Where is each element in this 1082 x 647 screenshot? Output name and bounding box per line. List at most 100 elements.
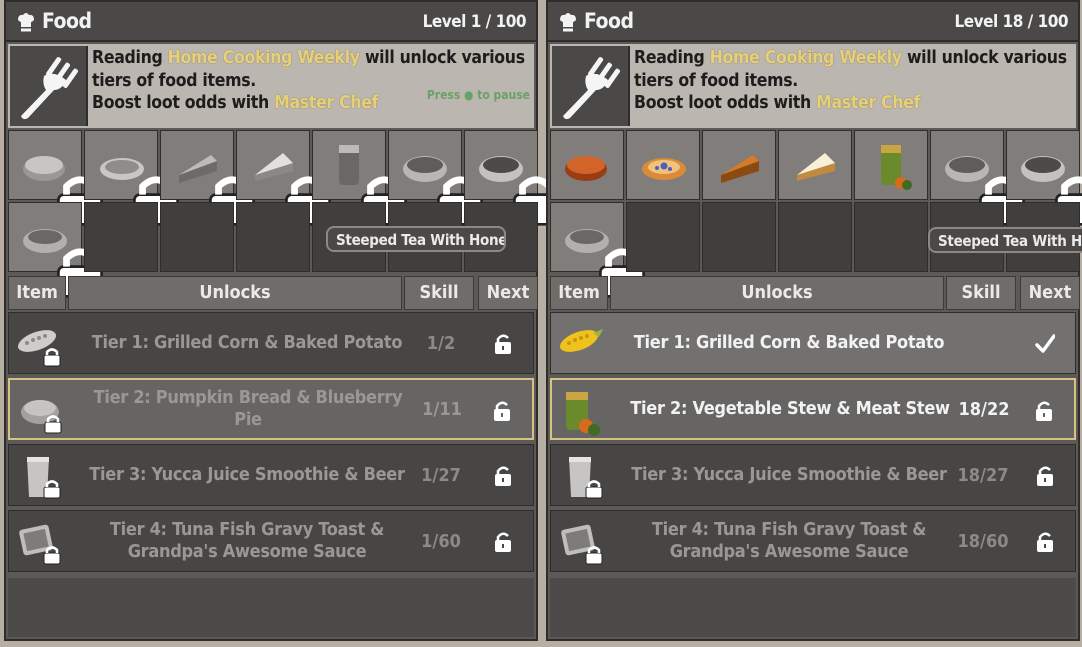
corn-icon xyxy=(559,329,603,352)
chef-hat-icon xyxy=(560,13,576,32)
panel-title: Food xyxy=(584,9,634,33)
recipe-slot-pie[interactable] xyxy=(626,130,700,200)
table-header: Item Unlocks Skill Next xyxy=(550,276,1080,310)
header-unlocks: Unlocks xyxy=(610,276,944,310)
recipe-slot-stew-pot[interactable] xyxy=(930,130,1025,226)
tier-label: Tier 1: Grilled Corn & Baked Potato xyxy=(633,332,945,353)
header-unlocks: Unlocks xyxy=(68,276,402,310)
recipe-slot-jar[interactable] xyxy=(312,130,407,226)
chef-hat-icon xyxy=(18,13,34,32)
recipe-slot-pie-slice[interactable] xyxy=(160,130,255,226)
tier-label: Tier 2: Vegetable Stew & Meat Stew xyxy=(630,398,950,419)
recipe-grid: Steeped Tea With Honey xyxy=(550,130,1082,298)
book-name-link[interactable]: Home Cooking Weekly xyxy=(168,48,360,68)
tier-label: Tier 3: Yucca Juice Smoothie & Beer xyxy=(89,464,405,485)
recipe-slot-empty xyxy=(84,202,158,272)
recipe-slot-empty xyxy=(702,202,776,272)
tier-row[interactable]: Tier 1: Grilled Corn & Baked Potato 1/2 xyxy=(8,312,534,374)
recipe-slot-pie-slice[interactable] xyxy=(702,130,776,200)
tier-skill: 1/60 xyxy=(421,530,461,552)
lock-icon xyxy=(43,480,61,499)
recipe-slot-empty xyxy=(236,202,310,272)
pumpkin-bread-icon xyxy=(565,156,607,181)
list-empty-area xyxy=(550,578,1076,637)
tier-skill: 18/22 xyxy=(958,398,1010,420)
recipe-slot-fish-dish[interactable] xyxy=(8,202,103,298)
header-skill: Skill xyxy=(404,276,474,310)
info-text: Reading Home Cooking Weekly will unlock … xyxy=(634,48,1067,113)
unlock-icon xyxy=(1037,532,1053,552)
book-name-link[interactable]: Home Cooking Weekly xyxy=(710,48,902,68)
header-next: Next xyxy=(1020,276,1080,310)
food-skill-panel-level-18: Food Level 18 / 100 Reading Home Cooking… xyxy=(546,0,1082,641)
header-next: Next xyxy=(478,276,538,310)
recipe-grid: Steeped Tea With Honey xyxy=(8,130,559,298)
recipe-slot-pie[interactable] xyxy=(84,130,179,226)
tier-skill: 18/27 xyxy=(957,464,1009,486)
tier-skill: 1/2 xyxy=(426,332,456,354)
unlock-icon xyxy=(1036,401,1052,421)
unlock-icon xyxy=(495,466,511,486)
tier-row-selected[interactable]: Tier 2: Vegetable Stew & Meat Stew 18/22 xyxy=(550,378,1076,440)
level-indicator: Level 1 / 100 xyxy=(422,12,527,32)
tier-skill: 18/60 xyxy=(957,530,1009,552)
recipe-slot-empty xyxy=(160,202,234,272)
lock-icon xyxy=(43,348,61,367)
unlock-icon xyxy=(495,334,511,354)
title-bar: Food Level 18 / 100 xyxy=(548,2,1078,42)
recipe-slot-fish-dish[interactable] xyxy=(550,202,645,298)
recipe-slot-jar[interactable] xyxy=(854,130,928,200)
info-box: Reading Home Cooking Weekly will unlock … xyxy=(8,44,534,128)
recipe-slot-cream-pie[interactable] xyxy=(236,130,331,226)
tier-label: Tier 2: Pumpkin Bread & Blueberry Pie xyxy=(93,387,403,430)
tier-row-selected[interactable]: Tier 2: Pumpkin Bread & Blueberry Pie 1/… xyxy=(8,378,534,440)
tier-skill: 1/27 xyxy=(421,464,461,486)
recipe-slot-bread[interactable] xyxy=(8,130,103,226)
checkmark-icon xyxy=(1035,334,1055,353)
recipe-slot-stew-pot[interactable] xyxy=(388,130,483,226)
recipe-slot-meat-stew[interactable] xyxy=(464,130,559,226)
panel-title: Food xyxy=(42,9,92,33)
lock-icon xyxy=(44,415,62,434)
vegetable-stew-jar-icon xyxy=(566,392,600,436)
tier-row-unlocked[interactable]: Tier 1: Grilled Corn & Baked Potato xyxy=(550,312,1076,374)
table-header: Item Unlocks Skill Next xyxy=(8,276,538,310)
food-skill-panel-level-1: Food Level 1 / 100 Reading Home Cooking … xyxy=(4,0,559,641)
tier-row[interactable]: Tier 3: Yucca Juice Smoothie & Beer 18/2… xyxy=(550,444,1076,506)
info-text: Reading Home Cooking Weekly will unlock … xyxy=(92,48,525,113)
tier-row[interactable]: Tier 4: Tuna Fish Gravy Toast & Grandpa'… xyxy=(8,510,534,572)
level-indicator: Level 18 / 100 xyxy=(954,12,1069,32)
pumpkin-pie-slice-icon xyxy=(721,155,759,183)
fork-icon xyxy=(10,46,88,126)
item-tooltip: Steeped Tea With Honey xyxy=(928,227,1082,253)
unlock-icon xyxy=(495,532,511,552)
recipe-slot-cream-pie[interactable] xyxy=(778,130,852,200)
header-item: Item xyxy=(8,276,66,310)
unlock-icon xyxy=(1037,466,1053,486)
recipe-slot-meat-stew[interactable] xyxy=(1006,130,1082,226)
lock-icon xyxy=(43,546,61,565)
item-tooltip: Steeped Tea With Honey xyxy=(326,226,506,252)
perk-name-link[interactable]: Master Chef xyxy=(816,93,920,113)
unlock-icon xyxy=(494,401,510,421)
recipe-slot-empty xyxy=(626,202,700,272)
recipe-slot-empty xyxy=(854,202,928,272)
cream-pie-slice-icon xyxy=(797,153,835,181)
info-box: Reading Home Cooking Weekly will unlock … xyxy=(550,44,1076,128)
tier-row[interactable]: Tier 3: Yucca Juice Smoothie & Beer 1/27 xyxy=(8,444,534,506)
perk-name-link[interactable]: Master Chef xyxy=(274,93,378,113)
header-item: Item xyxy=(550,276,608,310)
tier-label: Tier 4: Tuna Fish Gravy Toast & Grandpa'… xyxy=(109,519,385,562)
header-skill: Skill xyxy=(946,276,1016,310)
tier-label: Tier 3: Yucca Juice Smoothie & Beer xyxy=(631,464,947,485)
tier-skill xyxy=(947,313,1019,373)
press-hint: Press ● to pause xyxy=(426,88,530,102)
tier-label: Tier 4: Tuna Fish Gravy Toast & Grandpa'… xyxy=(651,519,927,562)
title-bar: Food Level 1 / 100 xyxy=(6,2,536,42)
lock-icon xyxy=(585,480,603,499)
tier-skill: 1/11 xyxy=(422,398,462,420)
lock-icon xyxy=(585,546,603,565)
tier-row[interactable]: Tier 4: Tuna Fish Gravy Toast & Grandpa'… xyxy=(550,510,1076,572)
recipe-slot-bread[interactable] xyxy=(550,130,624,200)
tier-label: Tier 1: Grilled Corn & Baked Potato xyxy=(91,332,403,353)
